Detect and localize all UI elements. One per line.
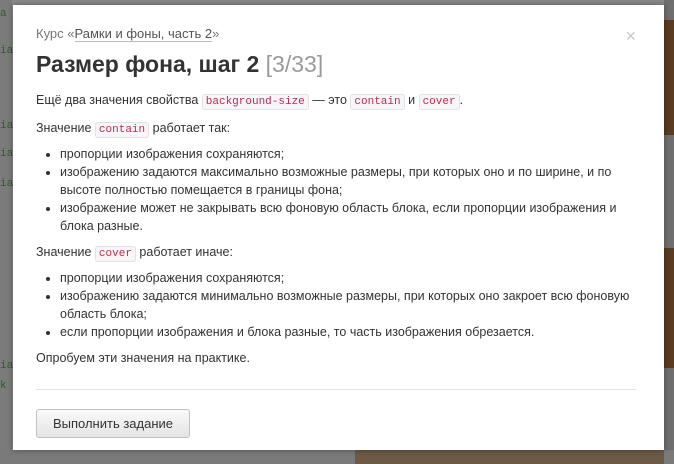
intro-text: .	[459, 93, 464, 107]
intro-text: — это	[312, 93, 347, 107]
outro-paragraph: Опробуем эти значения на практике.	[36, 351, 250, 365]
contain-heading: Значение contain работает так:	[36, 119, 636, 139]
contain-heading-text: работает так:	[152, 121, 231, 135]
list-item: изображение может не закрывать всю фонов…	[60, 199, 636, 235]
code-cover: cover	[94, 246, 136, 262]
background-fragment: ia	[0, 45, 14, 57]
intro-text: и	[408, 93, 416, 107]
page-title: Размер фона, шаг 2 [3/33]	[36, 51, 323, 78]
cover-heading-text: работает иначе:	[139, 245, 233, 259]
background-fragment: ia	[0, 360, 14, 372]
step-counter: [3/33]	[265, 51, 324, 77]
intro-text: Ещё два значения свойства	[36, 93, 199, 107]
cover-heading-text: Значение	[36, 245, 92, 259]
code-contain: contain	[350, 94, 405, 110]
background-fragment: ia	[0, 178, 14, 190]
background-fragment: a	[0, 8, 7, 20]
close-icon[interactable]: ×	[625, 27, 636, 45]
list-item: пропорции изображения сохраняются;	[60, 145, 636, 163]
start-task-button[interactable]: Выполнить задание	[36, 409, 190, 438]
background-image	[664, 20, 674, 135]
task-description: Ещё два значения свойства background-siz…	[36, 91, 636, 367]
title-text: Размер фона, шаг 2	[36, 51, 260, 77]
background-bottom-strip	[0, 450, 674, 464]
task-modal: × Курс «Рамки и фоны, часть 2» Размер фо…	[13, 5, 664, 450]
breadcrumb: Курс «Рамки и фоны, часть 2»	[36, 26, 220, 42]
code-cover: cover	[418, 94, 460, 110]
background-fragment: ia	[0, 148, 14, 160]
background-fragment: ia	[0, 120, 14, 132]
background-code-column: a ia ia ia ia ia k	[0, 0, 14, 464]
contain-list: пропорции изображения сохраняются; изобр…	[36, 145, 636, 235]
contain-heading-text: Значение	[36, 121, 92, 135]
background-image	[355, 450, 664, 464]
list-item: изображению задаются минимально возможны…	[60, 287, 636, 323]
breadcrumb-suffix: »	[212, 26, 220, 41]
list-item: если пропорции изображения и блока разны…	[60, 323, 636, 341]
divider	[36, 389, 636, 390]
cover-list: пропорции изображения сохраняются; изобр…	[36, 269, 636, 341]
list-item: изображению задаются максимально возможн…	[60, 163, 636, 199]
list-item: пропорции изображения сохраняются;	[60, 269, 636, 287]
course-link[interactable]: Рамки и фоны, часть 2	[74, 26, 213, 42]
code-background-size: background-size	[201, 94, 309, 110]
breadcrumb-prefix: Курс «	[36, 26, 75, 41]
background-image	[664, 248, 674, 368]
background-preview-column	[664, 0, 674, 464]
cover-heading: Значение cover работает иначе:	[36, 243, 636, 263]
code-contain: contain	[94, 122, 150, 138]
intro-paragraph: Ещё два значения свойства background-siz…	[36, 91, 636, 111]
background-fragment: k	[0, 380, 7, 392]
